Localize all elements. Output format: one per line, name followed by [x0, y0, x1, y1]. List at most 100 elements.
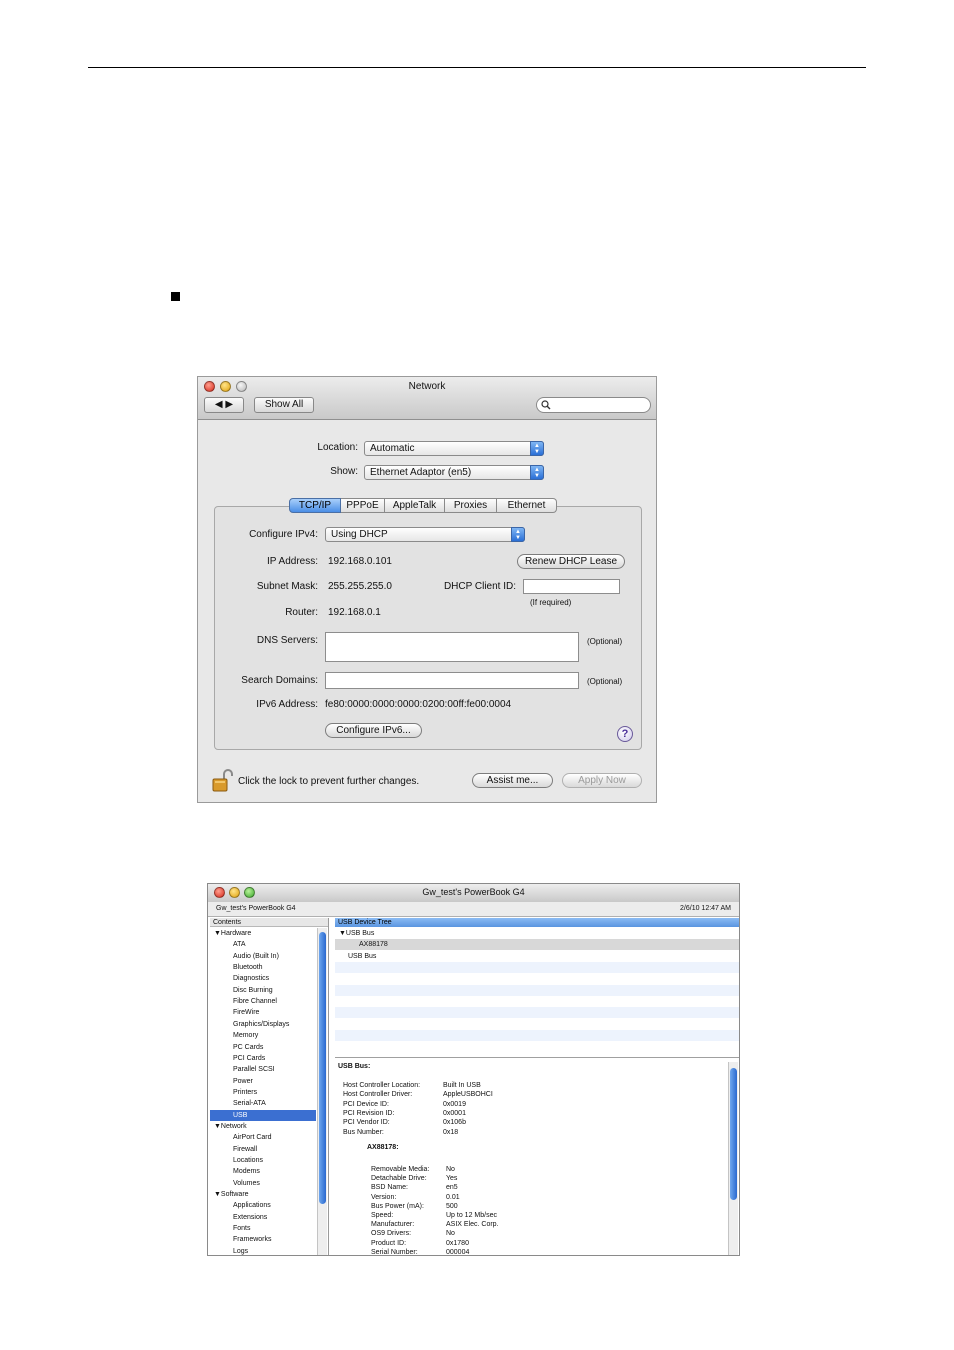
detail-scrollbar[interactable] — [728, 1062, 738, 1255]
property-value: 0x106b — [443, 1119, 466, 1127]
sidebar-item[interactable]: Firewall — [210, 1144, 316, 1155]
scroll-thumb[interactable] — [730, 1068, 737, 1200]
tree-row[interactable] — [335, 1041, 739, 1052]
tree-row-label: AX88178 — [359, 941, 388, 949]
property-label: Bus Power (mA): — [371, 1202, 424, 1210]
property-label: OS9 Drivers: — [371, 1230, 412, 1238]
popup-arrows-icon: ▲ ▼ — [530, 465, 544, 480]
sidebar-item[interactable]: Fonts — [210, 1223, 316, 1234]
search-domains-field[interactable] — [325, 672, 579, 689]
configure-ipv6-button[interactable]: Configure IPv6... — [325, 723, 422, 738]
property-value: 0x0019 — [443, 1100, 466, 1108]
sidebar-item[interactable]: Applications — [210, 1200, 316, 1211]
tab-tcpip[interactable]: TCP/IP — [289, 498, 341, 513]
dns-servers-field[interactable] — [325, 632, 579, 662]
unlocked-padlock-icon[interactable] — [212, 768, 234, 792]
tree-row[interactable] — [335, 961, 739, 973]
sidebar-item[interactable]: Power — [210, 1076, 316, 1087]
sidebar-item[interactable]: AirPort Card — [210, 1132, 316, 1143]
sidebar-item[interactable]: Disc Burning — [210, 985, 316, 996]
sidebar-item[interactable]: Bluetooth — [210, 962, 316, 973]
dhcp-client-id-field[interactable] — [523, 579, 620, 594]
sidebar-item[interactable]: Locations — [210, 1155, 316, 1166]
forward-arrow-icon[interactable]: ▶ — [225, 399, 233, 410]
sidebar-item[interactable]: Modems — [210, 1166, 316, 1177]
property-label: Version: — [371, 1193, 397, 1201]
property-label: BSD Name: — [371, 1184, 408, 1192]
tab-appletalk[interactable]: AppleTalk — [385, 498, 445, 513]
router-label: Router: — [285, 607, 318, 618]
location-popup[interactable]: Automatic ▲ ▼ — [364, 441, 544, 456]
search-field[interactable] — [536, 397, 651, 413]
search-domains-label: Search Domains: — [241, 675, 318, 686]
configure-ipv4-label: Configure IPv4: — [249, 529, 318, 540]
property-label: Product ID: — [371, 1239, 407, 1247]
sidebar-item[interactable]: PC Cards — [210, 1042, 316, 1053]
sidebar-item[interactable]: Extensions — [210, 1212, 316, 1223]
tree-row[interactable]: AX88178 — [335, 939, 739, 951]
assist-me-button[interactable]: Assist me... — [472, 773, 553, 788]
sidebar-item[interactable]: FireWire — [210, 1007, 316, 1018]
configure-ipv4-popup[interactable]: Using DHCP ▲ ▼ — [325, 527, 525, 542]
show-all-button[interactable]: Show All — [254, 397, 314, 413]
show-label: Show: — [330, 466, 358, 477]
sidebar-item[interactable]: USB — [210, 1109, 316, 1121]
property-label: PCI Device ID: — [343, 1100, 389, 1108]
sidebar-item[interactable]: Memory — [210, 1030, 316, 1041]
sidebar-item[interactable]: PCI Cards — [210, 1053, 316, 1064]
usb-device-tree-header[interactable]: USB Device Tree — [335, 918, 739, 927]
machine-name: Gw_test's PowerBook G4 — [216, 905, 296, 912]
sidebar-item[interactable]: Frameworks — [210, 1234, 316, 1245]
help-button[interactable]: ? — [617, 726, 633, 742]
apply-now-button[interactable]: Apply Now — [562, 773, 642, 788]
usb-bus-heading: USB Bus: — [338, 1063, 371, 1070]
property-value: ASIX Elec. Corp. — [446, 1221, 499, 1229]
info-bar: Gw_test's PowerBook G4 2/6/10 12:47 AM — [208, 902, 739, 917]
sidebar-item[interactable]: ▼Network — [210, 1121, 316, 1132]
scroll-thumb[interactable] — [319, 932, 326, 1204]
tab-pppoe[interactable]: PPPoE — [341, 498, 385, 513]
property-label: Serial Number: — [371, 1248, 418, 1256]
location-label: Location: — [317, 442, 358, 453]
tree-row[interactable] — [335, 1029, 739, 1041]
sidebar-item[interactable]: Parallel SCSI — [210, 1064, 316, 1075]
tab-proxies[interactable]: Proxies — [445, 498, 497, 513]
back-arrow-icon[interactable]: ◀ — [215, 399, 223, 410]
tab-ethernet[interactable]: Ethernet — [497, 498, 557, 513]
sidebar-item[interactable]: ▼Hardware — [210, 928, 316, 939]
tree-row[interactable]: USB Bus — [335, 951, 739, 962]
detail-pane: USB Bus: Host Controller Location: Built I… — [335, 1057, 739, 1256]
property-label: PCI Vendor ID: — [343, 1119, 390, 1127]
ip-address-value: 192.168.0.101 — [328, 556, 392, 567]
tree-row[interactable] — [335, 996, 739, 1007]
sidebar-item[interactable]: Graphics/Displays — [210, 1019, 316, 1030]
tree-row[interactable] — [335, 973, 739, 984]
sidebar-scrollbar[interactable] — [317, 928, 327, 1255]
dns-optional-note: (Optional) — [587, 637, 623, 646]
sidebar-item[interactable]: Fibre Channel — [210, 996, 316, 1007]
property-label: Detachable Drive: — [371, 1175, 427, 1183]
bullet-marker — [171, 292, 180, 301]
usb-device-tree: USB Device Tree ▼USB Bus AX88178 USB Bus — [335, 918, 739, 1054]
router-value: 192.168.0.1 — [328, 607, 381, 618]
show-popup[interactable]: Ethernet Adaptor (en5) ▲ ▼ — [364, 465, 544, 480]
configure-ipv4-value: Using DHCP — [331, 529, 388, 540]
property-value: 0x0001 — [443, 1109, 466, 1117]
property-value: 000004 — [446, 1248, 470, 1256]
renew-dhcp-lease-button[interactable]: Renew DHCP Lease — [517, 554, 625, 569]
sidebar-item[interactable]: Logs — [210, 1246, 316, 1255]
tree-row-label: ▼USB Bus — [339, 930, 375, 937]
sidebar-item[interactable]: Serial-ATA — [210, 1098, 316, 1109]
tree-row[interactable]: ▼USB Bus — [335, 928, 739, 939]
sidebar-item[interactable]: ATA — [210, 939, 316, 950]
tree-row[interactable] — [335, 984, 739, 996]
window-title: Gw_test's PowerBook G4 — [422, 887, 525, 897]
tree-row[interactable] — [335, 1007, 739, 1019]
sidebar-item[interactable]: Volumes — [210, 1178, 316, 1189]
sidebar-item[interactable]: Diagnostics — [210, 973, 316, 984]
back-forward-buttons[interactable]: ◀ ▶ — [204, 397, 244, 413]
sidebar-item[interactable]: Audio (Built In) — [210, 951, 316, 962]
sidebar-item[interactable]: ▼Software — [210, 1189, 316, 1200]
sidebar-item[interactable]: Printers — [210, 1087, 316, 1098]
tree-row[interactable] — [335, 1018, 739, 1029]
